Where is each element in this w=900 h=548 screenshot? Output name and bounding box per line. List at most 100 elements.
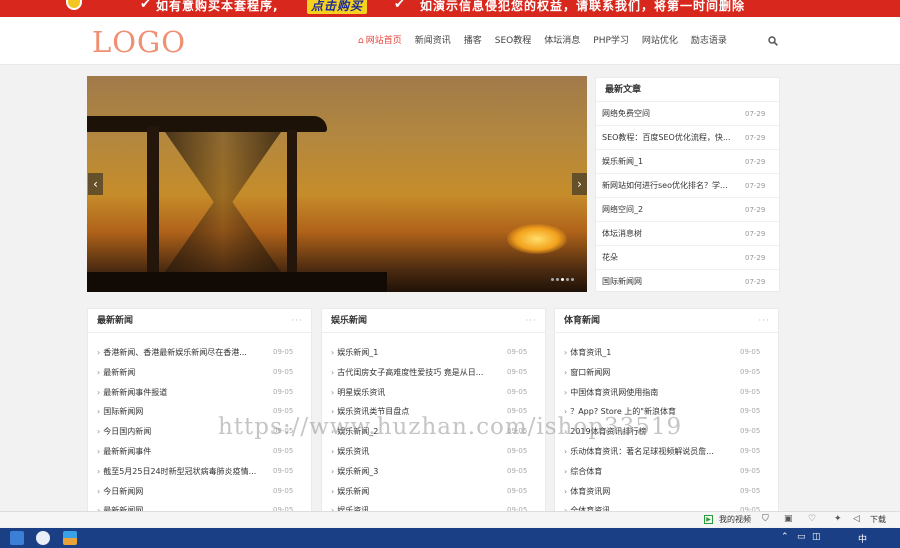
news-title[interactable]: 中国体育资讯网使用指南 <box>570 383 740 403</box>
news-list-item[interactable]: 窗口新闻网09-05 <box>555 363 778 383</box>
slider-dots <box>551 278 576 281</box>
news-title[interactable]: 体育资讯_1 <box>570 343 740 363</box>
latest-article-item[interactable]: 网络免费空间 07-29 <box>596 102 779 126</box>
image-slider[interactable]: ‹ › <box>87 76 587 292</box>
latest-article-item[interactable]: 娱乐新闻_1 07-29 <box>596 150 779 174</box>
slider-dot[interactable] <box>566 278 569 281</box>
latest-article-item[interactable]: 花朵 07-29 <box>596 246 779 270</box>
search-icon[interactable] <box>768 36 778 46</box>
news-list-item[interactable]: 今日新闻网09-05 <box>88 482 311 502</box>
news-list-item[interactable]: 中国体育资讯网使用指南09-05 <box>555 383 778 403</box>
slider-dot[interactable] <box>556 278 559 281</box>
more-icon[interactable]: ··· <box>525 309 537 333</box>
news-date: 09-05 <box>273 387 294 396</box>
article-title[interactable]: 体坛消息树 <box>602 222 745 245</box>
news-list-item[interactable]: 截至5月25日24时新型冠状病毒肺炎疫情...09-05 <box>88 462 311 482</box>
news-title[interactable]: 今日新闻网 <box>103 482 273 502</box>
news-list-item[interactable]: 古代闺房女子高难度性爱技巧 竟是从日...09-05 <box>322 363 545 383</box>
news-title[interactable]: 娱乐新闻_3 <box>337 462 507 482</box>
news-list-item[interactable]: 体育资讯网09-05 <box>555 482 778 502</box>
news-title[interactable]: 娱乐新闻 <box>337 482 507 502</box>
article-title[interactable]: 新网站如何进行seo优化排名？学... <box>602 174 745 197</box>
news-list-item[interactable]: 最新新闻事件09-05 <box>88 442 311 462</box>
news-list-item[interactable]: 最新新闻09-05 <box>88 363 311 383</box>
slider-next-button[interactable]: › <box>572 173 587 195</box>
article-title[interactable]: 网络免费空间 <box>602 102 745 125</box>
shield-icon[interactable]: ⛉ <box>762 514 769 524</box>
news-title[interactable]: 体育资讯网 <box>570 482 740 502</box>
buy-button[interactable]: 点击购买 <box>307 0 368 14</box>
chevron-up-icon[interactable]: ⌃ <box>781 532 789 542</box>
latest-article-item[interactable]: 体坛消息树 07-29 <box>596 222 779 246</box>
promo-banner[interactable]: ✔ 如有意购买本套程序, 点击购买 ✔ 如演示信息侵犯您的权益，请联系我们，将第… <box>0 0 900 17</box>
latest-article-item[interactable]: SEO教程：百度SEO优化流程，快... 07-29 <box>596 126 779 150</box>
main-nav: 网站首页 新闻资讯 播客 SEO教程 体坛消息 PHP学习 网站优化 励志语录 <box>358 35 740 47</box>
more-icon[interactable]: ··· <box>291 309 303 333</box>
heart-icon[interactable]: ♡ <box>808 514 816 524</box>
news-title[interactable]: 窗口新闻网 <box>570 363 740 383</box>
news-list-item[interactable]: 娱乐新闻09-05 <box>322 482 545 502</box>
news-title[interactable]: 综合体育 <box>570 462 740 482</box>
news-title[interactable]: 香港新闻、香港最新娱乐新闻尽在香港... <box>103 343 273 363</box>
ime-indicator[interactable]: 中 <box>858 532 867 545</box>
article-title[interactable]: 网络空间_2 <box>602 198 745 221</box>
news-list-item[interactable]: 最新新闻事件报道09-05 <box>88 383 311 403</box>
news-title[interactable]: 娱乐新闻_1 <box>337 343 507 363</box>
site-logo[interactable]: LOGO <box>92 25 186 59</box>
news-title[interactable]: 最新新闻事件报道 <box>103 383 273 403</box>
slider-dot[interactable] <box>551 278 554 281</box>
nav-item-news[interactable]: 新闻资讯 <box>415 35 451 47</box>
shield-icon <box>66 0 82 10</box>
nav-item-podcast[interactable]: 播客 <box>464 35 482 47</box>
latest-article-item[interactable]: 新网站如何进行seo优化排名？学... 07-29 <box>596 174 779 198</box>
news-title[interactable]: 最新新闻 <box>103 363 273 383</box>
download-link[interactable]: 下载 <box>870 514 886 525</box>
my-video-link[interactable]: 我的视频 <box>719 514 751 525</box>
nav-item-quotes[interactable]: 励志语录 <box>691 35 727 47</box>
news-list-item[interactable]: 体育资讯_109-05 <box>555 343 778 363</box>
monitor-icon[interactable]: ▣ <box>784 514 793 524</box>
latest-articles-list: 网络免费空间 07-29 SEO教程：百度SEO优化流程，快... 07-29 娱乐新闻… <box>596 102 779 294</box>
article-title[interactable]: 国际新闻网 <box>602 270 745 294</box>
article-date: 07-29 <box>745 134 766 142</box>
app-icon[interactable] <box>36 531 50 545</box>
news-title[interactable]: 乐动体育资讯：著名足球视频解说员詹... <box>570 442 740 462</box>
news-date: 09-05 <box>507 387 528 396</box>
nav-item-home[interactable]: 网站首页 <box>358 35 402 47</box>
article-title[interactable]: 花朵 <box>602 246 745 269</box>
news-list-item[interactable]: 娱乐新闻_309-05 <box>322 462 545 482</box>
slider-prev-button[interactable]: ‹ <box>88 173 103 195</box>
news-list-item[interactable]: 娱乐新闻_109-05 <box>322 343 545 363</box>
nav-item-php[interactable]: PHP学习 <box>593 35 629 47</box>
slider-dot[interactable] <box>561 278 564 281</box>
news-date: 09-05 <box>507 466 528 475</box>
nav-item-optimize[interactable]: 网站优化 <box>642 35 678 47</box>
network-icon[interactable]: ▭ <box>797 532 806 542</box>
article-title[interactable]: 娱乐新闻_1 <box>602 150 745 173</box>
news-title[interactable]: 最新新闻事件 <box>103 442 273 462</box>
nav-item-sports[interactable]: 体坛消息 <box>544 35 580 47</box>
news-title[interactable]: 明星娱乐资讯 <box>337 383 507 403</box>
news-title[interactable]: 古代闺房女子高难度性爱技巧 竟是从日... <box>337 363 507 383</box>
speaker-icon[interactable]: ◁ <box>853 514 860 524</box>
slider-dot[interactable] <box>571 278 574 281</box>
news-title[interactable]: 截至5月25日24时新型冠状病毒肺炎疫情... <box>103 462 273 482</box>
news-date: 09-05 <box>273 466 294 475</box>
volume-icon[interactable]: ◫ <box>812 532 821 542</box>
pin-icon[interactable]: ✦ <box>834 514 842 524</box>
latest-article-item[interactable]: 网络空间_2 07-29 <box>596 198 779 222</box>
slide-hourglass <box>165 132 281 272</box>
latest-article-item[interactable]: 国际新闻网 07-29 <box>596 270 779 294</box>
news-list-item[interactable]: 乐动体育资讯：著名足球视频解说员詹...09-05 <box>555 442 778 462</box>
news-list-item[interactable]: 明星娱乐资讯09-05 <box>322 383 545 403</box>
file-icon[interactable] <box>10 531 24 545</box>
news-list-item[interactable]: 娱乐资讯09-05 <box>322 442 545 462</box>
news-list-item[interactable]: 香港新闻、香港最新娱乐新闻尽在香港...09-05 <box>88 343 311 363</box>
news-title[interactable]: 娱乐资讯 <box>337 442 507 462</box>
nav-item-seo[interactable]: SEO教程 <box>495 35 531 47</box>
article-title[interactable]: SEO教程：百度SEO优化流程，快... <box>602 126 745 149</box>
play-icon[interactable]: ▶ <box>704 515 713 524</box>
app-icon-2[interactable] <box>63 531 77 545</box>
news-list-item[interactable]: 综合体育09-05 <box>555 462 778 482</box>
more-icon[interactable]: ··· <box>758 309 770 333</box>
